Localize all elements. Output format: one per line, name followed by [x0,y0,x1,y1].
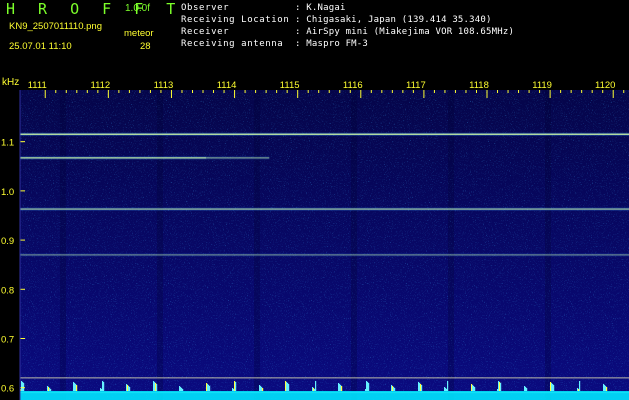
x-tick-label: 1116 [343,80,363,91]
noise-spike [103,382,105,391]
spectrogram-noise [20,90,629,400]
time-band [448,90,454,400]
noise-spike [447,381,449,391]
x-tick-label: 1117 [406,80,426,91]
time-band [351,90,357,400]
noise-spike [341,386,343,391]
meteor-count-label: meteor [124,28,154,39]
app-title: H R O F F T [6,0,183,18]
info-value: : K.Nagai [295,3,346,13]
time-band [157,90,163,400]
noise-spike [262,388,264,391]
noise-spike [23,383,25,391]
noise-spike [394,388,396,391]
noise-spike [209,386,211,391]
time-band [545,90,551,400]
noise-spike [288,384,290,391]
y-tick-label: 0.6 [1,384,14,395]
y-tick-label: 0.8 [1,285,14,296]
spectrogram-chart: kHz 1111 1112 1113 1114 1115 1116 1117 1118 1119 1… [1,77,629,400]
noise-spike [50,389,52,391]
file-name: KN9_2507011110.png [9,21,102,32]
noise-spike [129,387,131,391]
x-tick-label: 1120 [595,80,615,91]
info-value: : Maspro FM-3 [295,39,369,49]
noise-spike [553,385,555,391]
info-value: : Chigasaki, Japan (139.414 35.340) [295,15,492,25]
y-tick-label: 1.1 [1,138,14,149]
info-row-antenna: Receiving antenna : Maspro FM-3 [181,39,368,51]
noise-spike [315,381,317,391]
y-axis-unit: kHz [2,77,19,88]
noise-spike [579,381,581,391]
y-tick-label: 1.0 [1,187,14,198]
x-tick-label: 1119 [532,80,552,91]
x-tick-label: 1112 [90,80,110,91]
x-tick-label: 1118 [469,80,489,91]
noise-spike [500,383,502,391]
y-tick-label: 0.9 [1,236,14,247]
info-key: Receiving antenna [181,39,284,49]
hrofft-window: H R O F F T 1.0.0f KN9_2507011110.png me… [0,0,629,400]
app-version: 1.0.0f [125,3,151,14]
noise-spike [526,388,528,391]
noise-floor-band [20,391,629,400]
info-key: Observer [181,3,230,13]
timestamp: 25.07.01 11:10 [9,41,72,52]
x-tick-label: 1111 [28,80,47,91]
y-tick-label: 0.7 [1,334,14,345]
info-row-location: Receiving Location : Chigasaki, Japan (1… [181,15,492,27]
time-band [254,90,260,400]
noise-spike [606,387,608,391]
noise-spike [235,382,237,391]
info-row-receiver: Receiver : AirSpy mini (Miakejima VOR 10… [181,27,514,39]
noise-spike [182,389,184,391]
x-tick-label: 1113 [154,80,174,91]
time-band [60,90,66,400]
noise-spike [421,385,423,391]
noise-spike [76,385,78,391]
noise-spike [474,387,476,391]
x-tick-label: 1115 [280,80,300,91]
meteor-count-value: 28 [140,41,151,52]
info-row-observer: Observer : K.Nagai [181,3,346,15]
noise-spike [368,383,370,391]
noise-spike [156,384,158,391]
x-tick-label: 1114 [217,80,237,91]
info-key: Receiver [181,27,230,37]
info-value: : AirSpy mini (Miakejima VOR 108.65MHz) [295,27,515,37]
info-key: Receiving Location [181,15,290,25]
